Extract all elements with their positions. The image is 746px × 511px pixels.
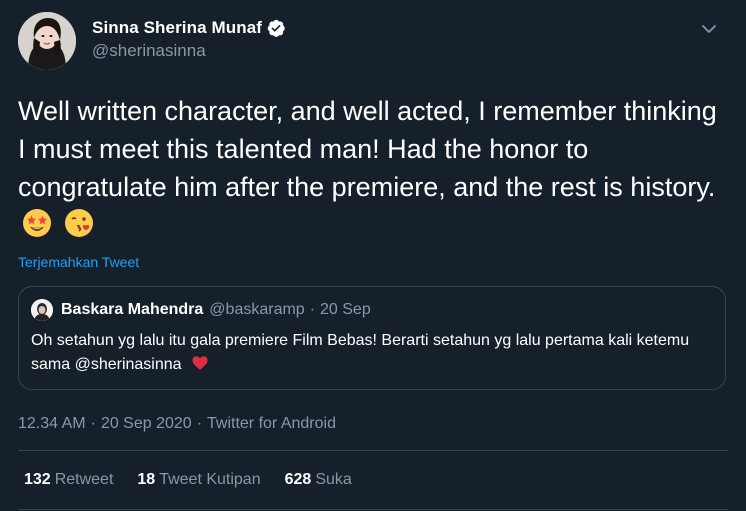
likes-stat[interactable]: 628 Suka xyxy=(285,471,352,489)
author-names: Sinna Sherina Munaf @sherinasinna xyxy=(92,17,286,61)
quoted-separator: · xyxy=(309,301,316,318)
author-display-name[interactable]: Sinna Sherina Munaf xyxy=(92,18,262,38)
tweet-stats: 132 Retweet 18 Tweet Kutipan 628 Suka xyxy=(24,468,376,492)
tweet-header: Sinna Sherina Munaf @sherinasinna xyxy=(18,12,728,74)
quoted-tweet-body: Oh setahun yg lalu itu gala premiere Fil… xyxy=(31,332,690,373)
quoted-date: 20 Sep xyxy=(320,301,371,318)
stats-divider-top xyxy=(18,450,728,451)
author-avatar[interactable] xyxy=(18,12,76,70)
tweet-date[interactable]: 20 Sep 2020 xyxy=(101,415,192,433)
quote-tweets-stat[interactable]: 18 Tweet Kutipan xyxy=(137,471,260,489)
tweet-card: Sinna Sherina Munaf @sherinasinna Well w… xyxy=(0,0,746,511)
author-handle[interactable]: @sherinasinna xyxy=(92,41,286,61)
star-struck-emoji-icon xyxy=(22,208,52,238)
stats-divider-bottom xyxy=(18,509,728,510)
display-name-row: Sinna Sherina Munaf xyxy=(92,17,286,39)
retweets-label: Retweet xyxy=(54,471,114,488)
tweet-source[interactable]: Twitter for Android xyxy=(207,415,336,433)
quoted-author-name: Baskara Mahendra xyxy=(61,301,204,318)
quoted-author-handle: @baskaramp xyxy=(209,301,305,318)
quoted-tweet-header: Baskara Mahendra @baskaramp · 20 Sep xyxy=(31,299,713,321)
retweets-stat[interactable]: 132 Retweet xyxy=(24,471,113,489)
quoted-tweet[interactable]: Baskara Mahendra @baskaramp · 20 Sep Oh … xyxy=(18,286,726,390)
likes-label: Suka xyxy=(315,471,352,488)
likes-count: 628 xyxy=(284,471,312,488)
tweet-meta: 12.34 AM · 20 Sep 2020 · Twitter for And… xyxy=(18,412,728,436)
verified-badge-icon xyxy=(266,18,286,38)
quote-tweets-label: Tweet Kutipan xyxy=(159,471,261,488)
face-blowing-kiss-emoji-icon xyxy=(64,208,94,238)
tweet-time[interactable]: 12.34 AM xyxy=(18,415,86,433)
quoted-author-avatar xyxy=(31,299,53,321)
quoted-tweet-text: Oh setahun yg lalu itu gala premiere Fil… xyxy=(31,329,711,377)
more-options-caret-icon[interactable] xyxy=(696,16,722,42)
red-heart-emoji-icon xyxy=(191,354,209,372)
translate-tweet-link[interactable]: Terjemahkan Tweet xyxy=(18,254,139,270)
tweet-text: Well written character, and well acted, … xyxy=(18,92,728,244)
author-avatar-image xyxy=(18,12,76,70)
quote-tweets-count: 18 xyxy=(137,471,156,488)
meta-separator: · xyxy=(196,415,203,432)
meta-separator: · xyxy=(90,415,96,432)
retweets-count: 132 xyxy=(24,471,51,488)
tweet-text-body: Well written character, and well acted, … xyxy=(18,96,717,202)
